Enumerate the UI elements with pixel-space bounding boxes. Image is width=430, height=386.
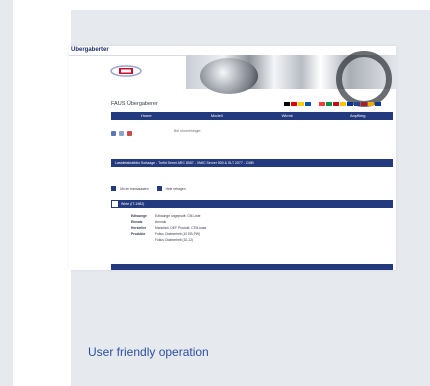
flag-icon[interactable] (333, 102, 339, 106)
banner-disc-shape (200, 58, 258, 94)
flag-icon[interactable] (326, 102, 332, 106)
detail-header-label: Wirte (IT-1982) (121, 202, 145, 206)
flag-icon[interactable] (312, 102, 318, 106)
bottom-section-bar (111, 264, 393, 270)
nav-item-model[interactable]: Modell (182, 112, 253, 120)
flag-icon[interactable] (361, 102, 367, 106)
action-buttons: Uls ler transarasten Hele retragen (111, 186, 186, 191)
breadcrumb: Bei uhurriehinger (174, 129, 201, 133)
app-screenshot: Übergaberter FAUS Übergaberer Home Model… (69, 46, 396, 270)
nav-item-home[interactable]: Home (111, 112, 182, 120)
feature-caption: User friendly operation (88, 345, 209, 359)
transfer-icon[interactable] (111, 186, 116, 191)
flag-icon[interactable] (340, 102, 346, 106)
nav-item-request[interactable]: Anpflimg (323, 112, 394, 120)
flag-icon[interactable] (319, 102, 325, 106)
flag-icon[interactable] (305, 102, 311, 106)
expand-icon[interactable] (112, 201, 118, 207)
print-icon[interactable] (111, 131, 116, 136)
add-button-label[interactable]: Hele retragen (166, 187, 186, 191)
mail-icon[interactable] (119, 131, 124, 136)
nav-item-search[interactable]: Wimrk (252, 112, 323, 120)
flag-icon[interactable] (347, 102, 353, 106)
section-title-bar: Lastdetailsbiblio Sortaage - Torfid Serm… (111, 159, 393, 167)
app-title: FAUS Übergaberer (111, 101, 158, 107)
language-flags[interactable] (284, 102, 381, 106)
add-icon[interactable] (156, 186, 162, 191)
flag-icon[interactable] (354, 102, 360, 106)
flag-icon[interactable] (368, 102, 374, 106)
flag-icon[interactable] (375, 102, 381, 106)
left-side-panel (0, 0, 13, 386)
company-logo (110, 65, 142, 77)
flag-icon[interactable] (291, 102, 297, 106)
banner-ring-shape (336, 51, 392, 107)
tool-icons (111, 131, 132, 136)
detail-row: Folius Ctalmerheit (10-12) (131, 238, 206, 244)
detail-table: Edhaunge Edhaunge ungepsoft: CM-Liste Ein… (131, 214, 206, 244)
header-banner-image (186, 51, 396, 107)
main-nav: Home Modell Wimrk Anpflimg (111, 112, 393, 120)
bookmark-icon[interactable] (127, 131, 132, 136)
screenshot-page-title: Übergaberter (71, 47, 109, 53)
flag-icon[interactable] (284, 102, 290, 106)
detail-key (131, 238, 155, 244)
card-tab (157, 10, 243, 22)
transfer-button-label[interactable]: Uls ler transarasten (120, 187, 149, 191)
detail-value: Folius Ctalmerheit (10-12) (155, 238, 194, 242)
detail-header[interactable]: Wirte (IT-1982) (111, 200, 393, 208)
flag-icon[interactable] (298, 102, 304, 106)
